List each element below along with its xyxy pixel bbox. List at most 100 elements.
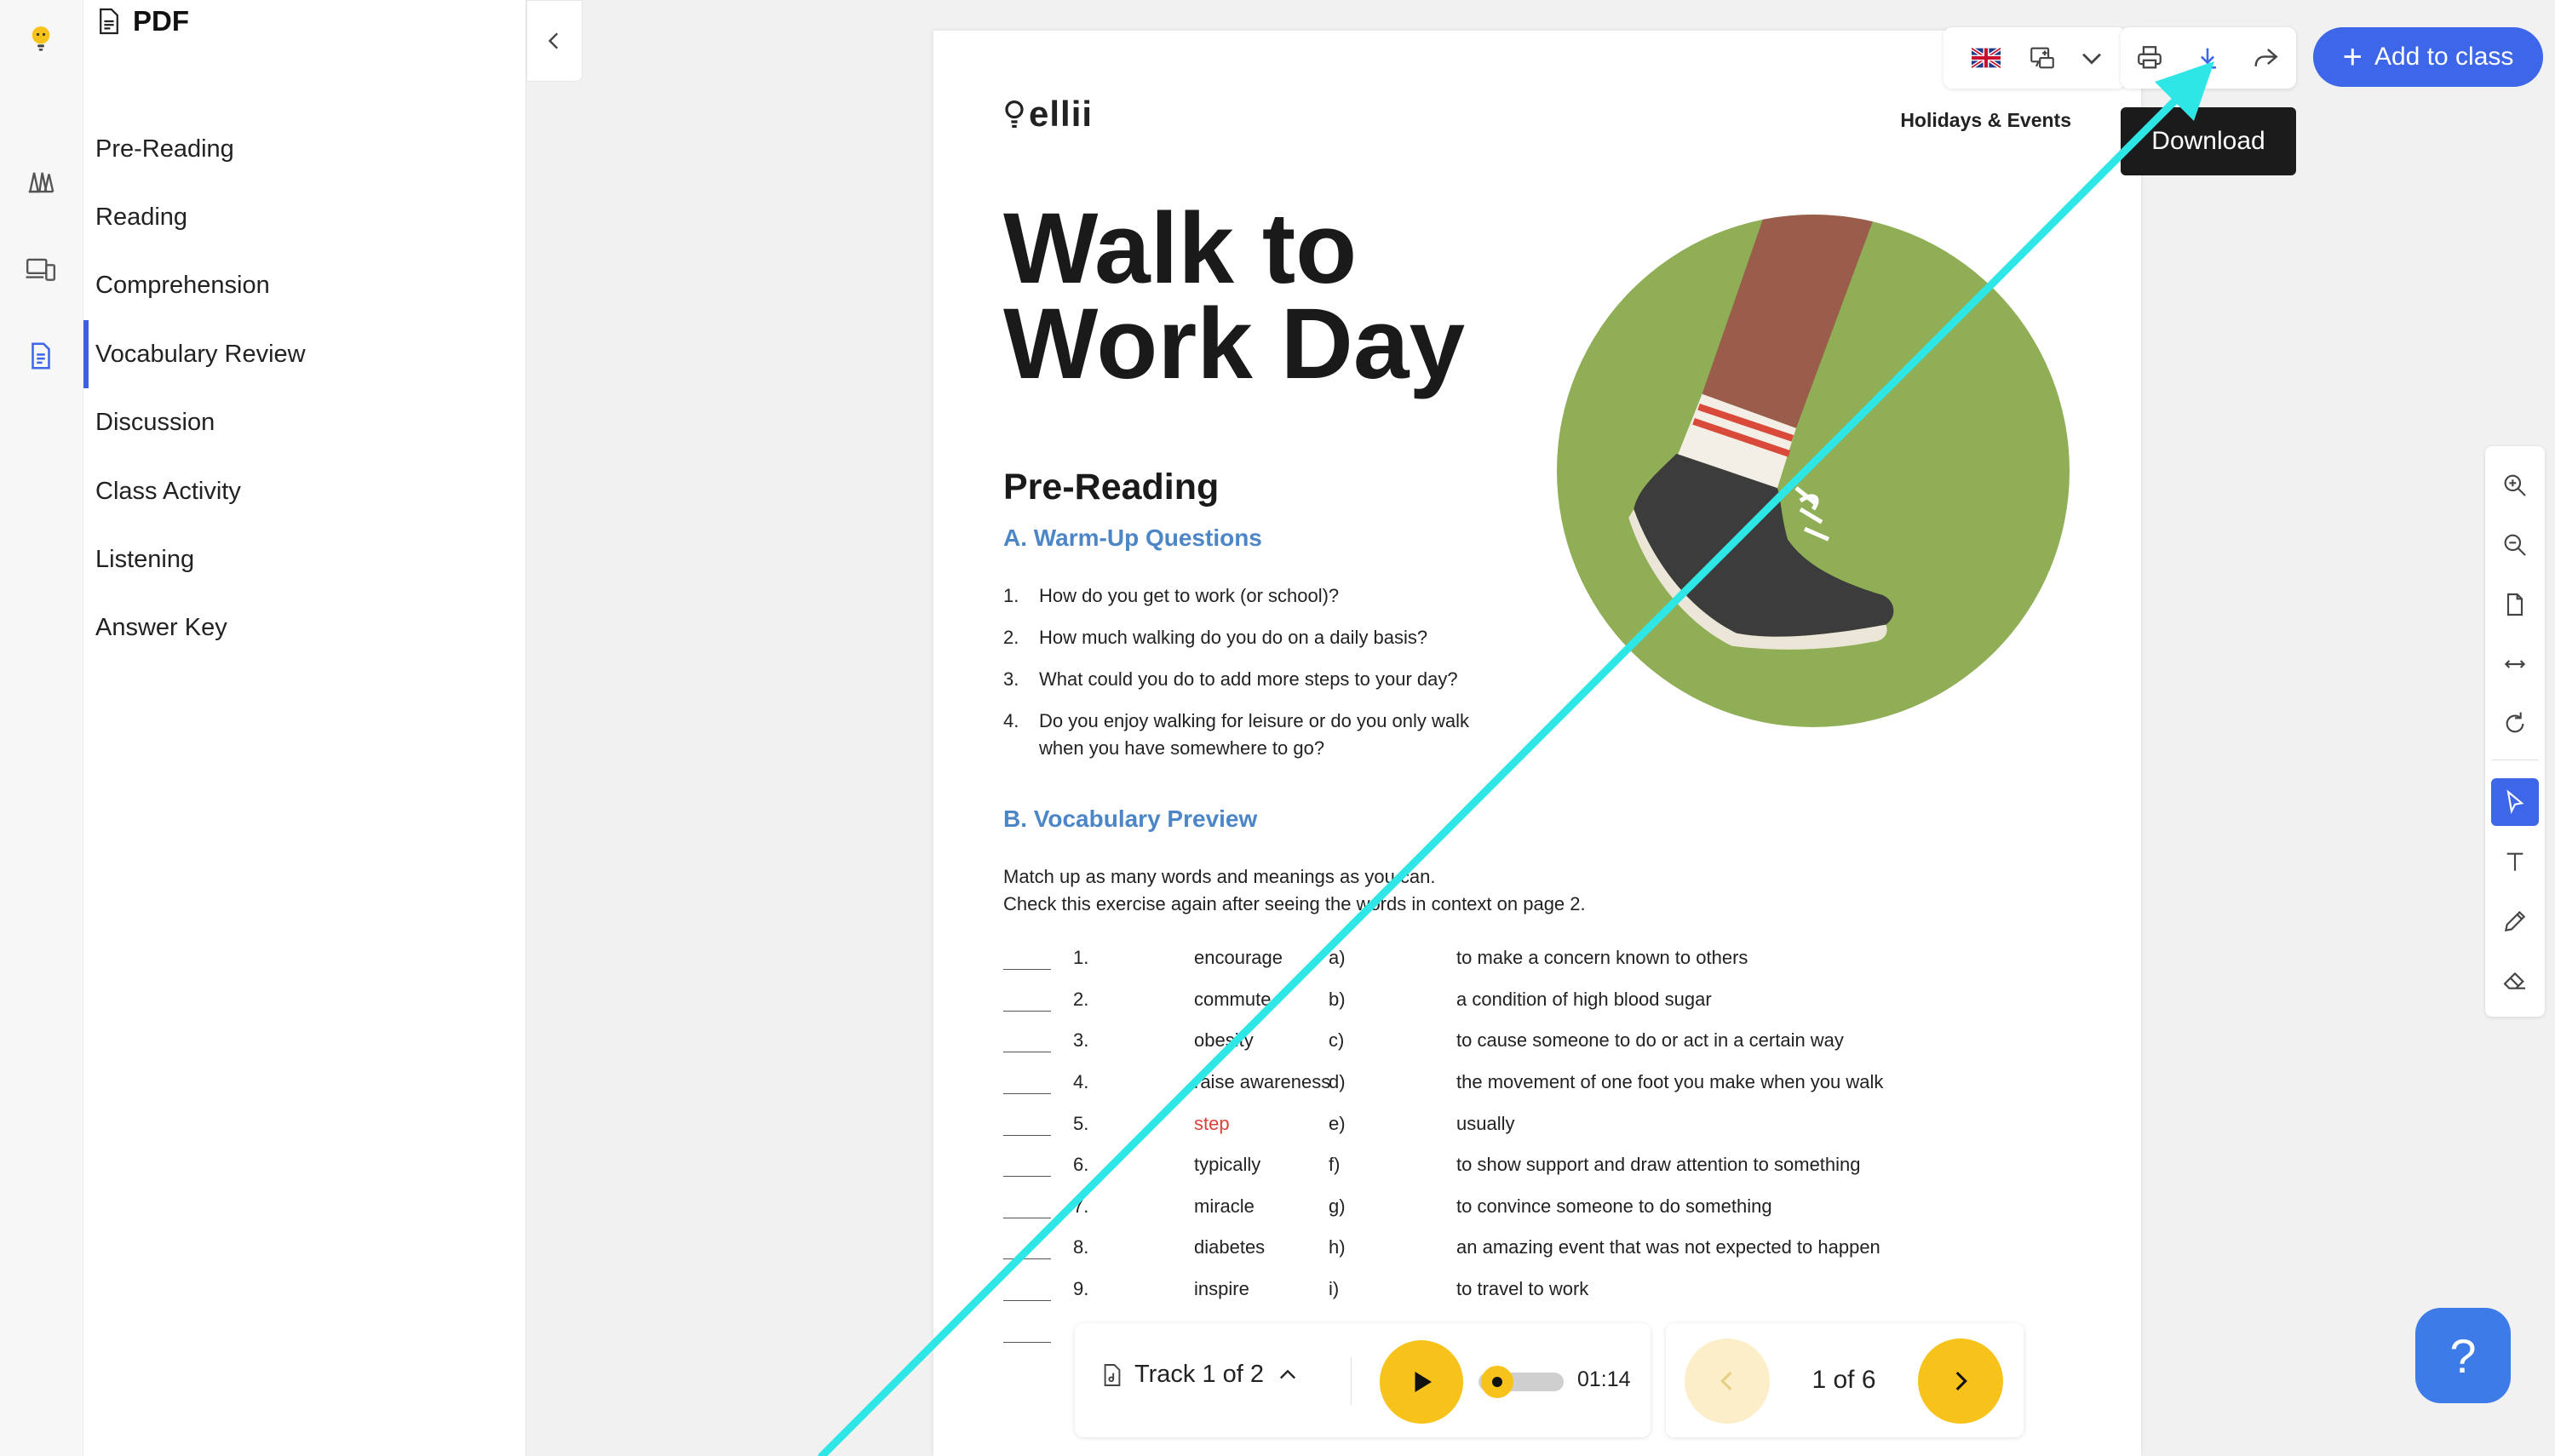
zoom-out-button[interactable] — [2491, 521, 2539, 569]
select-tool-button[interactable] — [2491, 778, 2539, 826]
eraser-tool-button[interactable] — [2491, 955, 2539, 1003]
question-number: 4. — [1003, 710, 1019, 731]
sidebar-item-discussion[interactable]: Discussion — [83, 388, 526, 456]
question-text: How much walking do you do on a daily ba… — [1039, 627, 1428, 648]
answer-blank[interactable] — [1003, 1011, 1051, 1012]
next-page-button[interactable] — [1918, 1338, 2003, 1424]
text-icon — [2506, 852, 2523, 871]
vocab-row: 5. step e) usually — [1003, 1106, 1940, 1147]
app-rail — [0, 0, 83, 1456]
sidebar-item-label: Vocabulary Review — [95, 340, 306, 368]
vocab-number: 2. — [1073, 989, 1089, 1010]
help-button[interactable]: ? — [2415, 1308, 2511, 1403]
document-title: Walk to Work Day — [1003, 198, 1548, 394]
previous-page-button[interactable] — [1685, 1338, 1770, 1424]
chevron-left-icon — [548, 32, 559, 49]
play-button[interactable] — [1380, 1340, 1463, 1424]
audio-player: Track 1 of 2 01:14 — [1075, 1323, 1651, 1437]
answer-blank[interactable] — [1003, 1258, 1051, 1259]
sidebar-item-listening[interactable]: Listening — [83, 525, 526, 593]
question-number: 2. — [1003, 627, 1019, 648]
vocab-row: 2. commute b) a condition of high blood sug… — [1003, 982, 1940, 1023]
audio-file-icon — [1104, 1363, 1121, 1386]
audio-progress-slider[interactable] — [1478, 1366, 1564, 1398]
question-text: What could you do to add more steps to y… — [1039, 668, 1458, 690]
collapse-sidebar-button[interactable] — [526, 0, 583, 82]
sidebar-item-pre-reading[interactable]: Pre-Reading — [83, 115, 526, 183]
meaning-letter: h) — [1329, 1236, 1346, 1258]
vocab-number: 1. — [1073, 947, 1089, 968]
rotate-button[interactable] — [2491, 700, 2539, 748]
download-button[interactable] — [2179, 27, 2236, 89]
sidebar-header: PDF — [97, 0, 189, 43]
sidebar-item-label: Comprehension — [95, 271, 270, 299]
question-text: How do you get to work (or school)? — [1039, 585, 1340, 606]
sidebar-title: PDF — [133, 5, 189, 37]
vocab-row: 9. inspire i) to travel to work — [1003, 1271, 1940, 1312]
instruction-line: Check this exercise again after seeing t… — [1003, 893, 1586, 914]
zoom-in-button[interactable] — [2491, 461, 2539, 509]
rotate-icon — [2506, 712, 2524, 733]
answer-blank[interactable] — [1003, 969, 1051, 970]
vocab-word: inspire — [1194, 1278, 1249, 1299]
meaning-letter: g) — [1329, 1195, 1346, 1217]
books-icon[interactable] — [17, 158, 65, 206]
vocab-number: 8. — [1073, 1236, 1089, 1258]
vocab-word: typically — [1194, 1154, 1261, 1175]
vocab-number: 4. — [1073, 1071, 1089, 1092]
lightbulb-logo-icon[interactable] — [17, 15, 65, 63]
instruction-line: Match up as many words and meanings as y… — [1003, 866, 1436, 887]
track-selector[interactable]: Track 1 of 2 — [1102, 1361, 1300, 1389]
add-to-class-button[interactable]: + Add to class — [2313, 27, 2543, 87]
play-icon — [1415, 1372, 1432, 1392]
cursor-icon — [2506, 789, 2524, 815]
fit-page-button[interactable] — [2491, 581, 2539, 628]
vocab-word: step — [1194, 1113, 1230, 1134]
meaning-letter: d) — [1329, 1071, 1346, 1092]
sidebar-item-label: Listening — [95, 545, 195, 573]
answer-blank[interactable] — [1003, 1093, 1051, 1094]
pdf-file-icon — [100, 8, 118, 35]
walking-shoe-illustration — [1557, 215, 2070, 727]
language-flag-button[interactable] — [1955, 27, 2017, 89]
share-button[interactable] — [2236, 27, 2294, 89]
print-button[interactable] — [2121, 27, 2179, 89]
sidebar-item-answer-key[interactable]: Answer Key — [83, 593, 526, 662]
warmup-question: 2. How much walking do you do on a daily … — [1003, 624, 1599, 651]
meaning-letter: a) — [1329, 947, 1346, 968]
text-tool-button[interactable] — [2491, 838, 2539, 886]
audio-duration: 01:14 — [1577, 1367, 1631, 1391]
vocab-meaning: an amazing event that was not expected t… — [1456, 1236, 1880, 1258]
answer-blank[interactable] — [1003, 1135, 1051, 1136]
sidebar-item-class-activity[interactable]: Class Activity — [83, 457, 526, 525]
answer-blank[interactable] — [1003, 1300, 1051, 1301]
vocab-word: miracle — [1194, 1195, 1255, 1217]
vocab-meaning: to cause someone to do or act in a certa… — [1456, 1029, 1844, 1051]
sidebar-item-reading[interactable]: Reading — [83, 183, 526, 251]
uk-flag-icon — [1972, 46, 2001, 70]
vocab-row: 6. typically f) to show support and draw at… — [1003, 1147, 1940, 1188]
vocab-row: 1. encourage a) to make a concern known to … — [1003, 940, 1940, 981]
answer-blank[interactable] — [1003, 1342, 1051, 1343]
vocab-number: 6. — [1073, 1154, 1089, 1175]
fit-width-button[interactable] — [2491, 640, 2539, 688]
answer-blank[interactable] — [1003, 1176, 1051, 1177]
sidebar-item-label: Reading — [95, 203, 188, 231]
progress-knob[interactable] — [1481, 1366, 1514, 1398]
chevron-down-icon — [2082, 53, 2101, 65]
page-navigator: 1 of 6 — [1666, 1323, 2024, 1437]
vocab-meaning: to convince someone to do something — [1456, 1195, 1772, 1217]
translate-button[interactable] — [2017, 27, 2068, 89]
sidebar-item-comprehension[interactable]: Comprehension — [83, 251, 526, 319]
vocab-word: commute — [1194, 989, 1272, 1010]
sidebar-item-vocabulary-review[interactable]: Vocabulary Review — [83, 320, 526, 388]
language-dropdown-button[interactable] — [2068, 27, 2116, 89]
category-label: Holidays & Events — [1900, 109, 2071, 131]
pen-tool-button[interactable] — [2491, 897, 2539, 945]
pencil-icon — [2504, 910, 2526, 932]
warmup-question: 3. What could you do to add more steps to… — [1003, 666, 1599, 693]
lightbulb-icon — [1005, 100, 1024, 129]
document-icon[interactable] — [17, 332, 65, 380]
devices-icon[interactable] — [17, 245, 65, 293]
warmup-title: A. Warm-Up Questions — [1003, 525, 1262, 551]
